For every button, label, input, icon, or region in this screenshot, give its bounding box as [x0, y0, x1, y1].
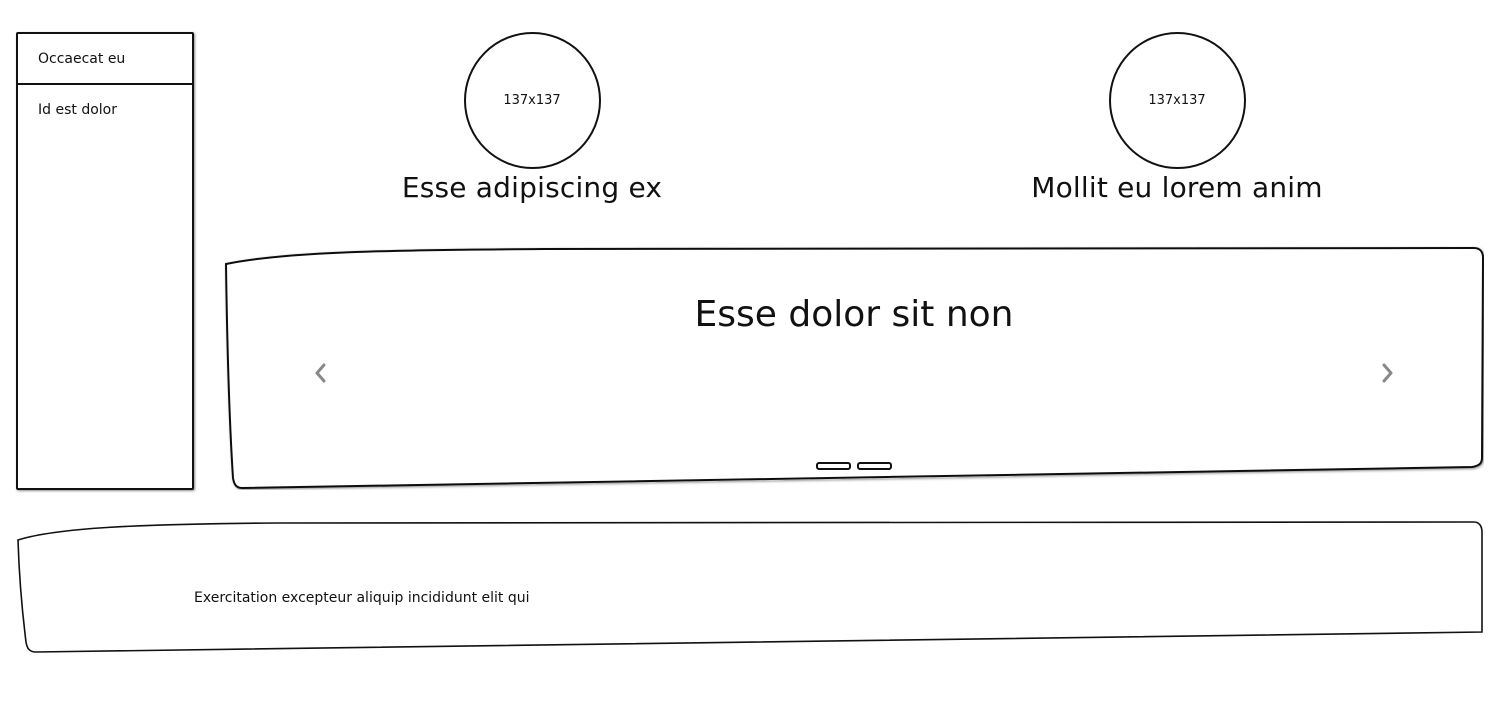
- carousel-indicator[interactable]: [857, 462, 892, 470]
- profile-card: 137x137 Esse adipiscing ex: [332, 32, 732, 204]
- footer-text: Exercitation excepteur aliquip incididun…: [194, 590, 530, 606]
- sidebar: Occaecat eu Id est dolor: [16, 32, 194, 490]
- avatar-image-placeholder: 137x137: [463, 32, 601, 169]
- sidebar-item-label: Id est dolor: [38, 101, 117, 118]
- sidebar-item-label: Occaecat eu: [38, 50, 126, 67]
- chevron-right-icon[interactable]: [1374, 357, 1402, 389]
- carousel-frame: [224, 246, 1484, 490]
- card-title: Esse adipiscing ex: [401, 171, 663, 204]
- sidebar-item-id-est[interactable]: Id est dolor: [18, 85, 192, 134]
- profile-card: 137x137 Mollit eu lorem anim: [977, 32, 1377, 204]
- footer-frame: [17, 521, 1483, 653]
- chevron-left-icon[interactable]: [306, 357, 334, 389]
- carousel-slide-title: Esse dolor sit non: [694, 294, 1014, 335]
- sidebar-item-occaecat[interactable]: Occaecat eu: [18, 34, 192, 85]
- image-size-label: 137x137: [1148, 93, 1206, 108]
- carousel-indicator[interactable]: [816, 462, 851, 470]
- avatar-image-placeholder: 137x137: [1108, 32, 1246, 169]
- footer-panel: Exercitation excepteur aliquip incididun…: [16, 520, 1484, 654]
- carousel-indicators: [816, 462, 892, 470]
- image-size-label: 137x137: [503, 93, 561, 108]
- carousel: Esse dolor sit non: [224, 246, 1484, 490]
- card-title: Mollit eu lorem anim: [1031, 171, 1323, 204]
